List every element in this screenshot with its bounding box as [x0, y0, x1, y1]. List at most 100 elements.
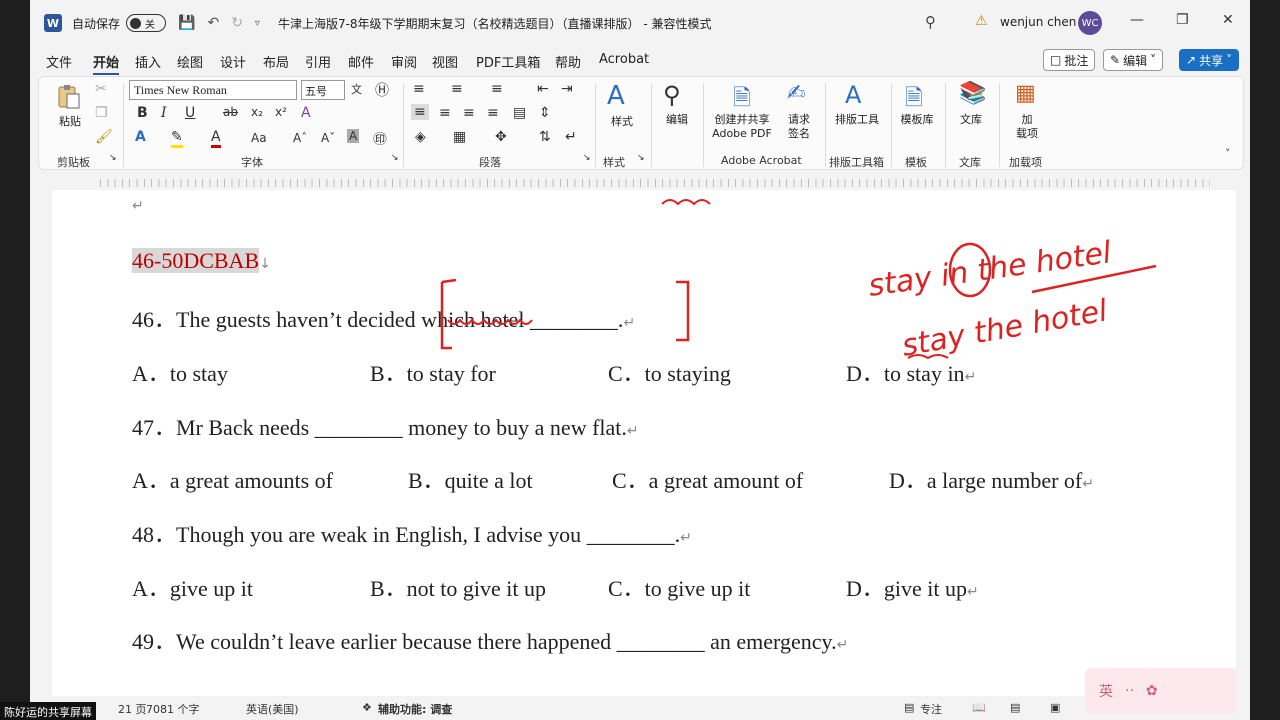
language[interactable]: 英语(美国): [246, 701, 299, 717]
accessibility-status[interactable]: 辅助功能: 调查: [378, 701, 452, 717]
strikethrough-icon[interactable]: ab: [223, 105, 238, 119]
bullets-icon[interactable]: ≡: [413, 81, 425, 97]
editing-button[interactable]: 编辑: [657, 113, 697, 127]
styles-button[interactable]: 样式: [599, 115, 645, 129]
subscript-icon[interactable]: x₂: [251, 105, 263, 119]
grow-font-icon[interactable]: Aˆ: [293, 131, 307, 145]
underline-icon[interactable]: U: [185, 105, 195, 121]
tab-design[interactable]: 设计: [220, 52, 246, 71]
copy-icon[interactable]: ❐: [95, 105, 108, 121]
option-46-a[interactable]: A．to stay: [132, 356, 228, 388]
tab-view[interactable]: 视图: [432, 52, 458, 71]
option-48-a[interactable]: A．give up it: [132, 571, 253, 603]
align-left-icon[interactable]: ≡: [411, 104, 429, 120]
save-icon[interactable]: 💾: [178, 15, 195, 31]
customize-toolbar-icon[interactable]: ▿: [255, 18, 260, 29]
shrink-font-icon[interactable]: Aˇ: [321, 131, 335, 145]
tab-mailings[interactable]: 邮件: [348, 52, 374, 71]
collapse-ribbon-icon[interactable]: ˅: [1225, 147, 1231, 160]
option-46-b[interactable]: B．to stay for: [370, 356, 496, 388]
numbering-icon[interactable]: ≡: [451, 81, 463, 97]
option-48-b[interactable]: B．not to give it up: [370, 571, 546, 603]
paste-icon[interactable]: [55, 83, 83, 111]
tab-help[interactable]: 帮助: [555, 52, 581, 71]
dialog-launcher-icon[interactable]: ↘: [109, 153, 117, 163]
superscript-icon[interactable]: x²: [275, 105, 287, 119]
enclose-characters-icon[interactable]: ㊞: [373, 129, 387, 149]
option-48-d[interactable]: D．give it up↵: [846, 571, 979, 603]
focus-mode-button[interactable]: 专注: [920, 701, 942, 717]
dialog-launcher-icon[interactable]: ↘: [637, 153, 645, 163]
highlight-icon[interactable]: ✎: [171, 129, 183, 148]
print-layout-icon[interactable]: ▤: [1010, 701, 1020, 714]
align-right-icon[interactable]: ≡: [463, 105, 475, 121]
option-47-d[interactable]: D．a large number of↵: [889, 463, 1094, 495]
font-color-icon[interactable]: A: [211, 129, 221, 148]
align-center-icon[interactable]: ≡: [439, 105, 451, 121]
ime-skin-icon[interactable]: ✿: [1146, 683, 1158, 699]
share-button[interactable]: ↗ 共享 ˅: [1179, 49, 1240, 71]
styles-icon[interactable]: A: [607, 81, 625, 111]
ime-toolbar[interactable]: 英 ⋅⋅ ✿: [1085, 668, 1237, 714]
increase-indent-icon[interactable]: ⇥: [561, 81, 573, 97]
justify-icon[interactable]: ≡: [487, 105, 499, 121]
character-shading-icon[interactable]: A: [347, 129, 360, 143]
question-46[interactable]: 46．The guests haven’t decided which hote…: [132, 302, 635, 334]
create-share-pdf-button[interactable]: 创建并共享 Adobe PDF: [707, 113, 777, 141]
avatar[interactable]: WC: [1078, 11, 1102, 35]
comments-button[interactable]: □ 批注: [1043, 49, 1096, 71]
restore-icon[interactable]: ❐: [1176, 12, 1189, 28]
pinyin-guide-icon[interactable]: 文: [351, 81, 362, 97]
web-layout-icon[interactable]: ▣: [1050, 701, 1060, 714]
editing-mode-button[interactable]: ✎ 编辑 ˅: [1103, 49, 1164, 71]
ime-language[interactable]: 英: [1099, 681, 1113, 701]
character-border-icon[interactable]: Ⓗ: [375, 80, 389, 100]
document-page[interactable]: ↵ 46-50DCBAB↓ 46．The guests haven’t deci…: [52, 190, 1236, 696]
answer-key-line[interactable]: 46-50DCBAB↓: [132, 248, 271, 274]
option-46-d[interactable]: D．to stay in↵: [846, 356, 976, 388]
format-painter-icon[interactable]: 🖌: [95, 129, 113, 145]
italic-icon[interactable]: I: [161, 105, 167, 121]
question-49[interactable]: 49．We couldn’t leave earlier because the…: [132, 624, 848, 656]
signature-icon[interactable]: ✍: [787, 81, 805, 106]
font-size-select[interactable]: 五号: [301, 80, 345, 100]
tab-draw[interactable]: 绘图: [177, 52, 203, 71]
request-signature-button[interactable]: 请求 签名: [779, 113, 819, 141]
accessibility-icon[interactable]: ❖: [362, 701, 372, 714]
tab-insert[interactable]: 插入: [135, 52, 161, 71]
borders-icon[interactable]: ▦: [453, 129, 466, 145]
user-name[interactable]: wenjun chen: [1000, 15, 1076, 29]
tab-acrobat[interactable]: Acrobat: [599, 52, 649, 67]
option-46-c[interactable]: C．to staying: [608, 356, 731, 388]
undo-icon[interactable]: ↶: [207, 15, 219, 31]
template-library-button[interactable]: 模板库: [895, 113, 939, 127]
cut-icon[interactable]: ✂: [95, 81, 107, 97]
focus-icon[interactable]: ▤: [904, 701, 914, 714]
tab-home[interactable]: 开始: [93, 52, 120, 75]
line-spacing-icon[interactable]: ⇕: [539, 105, 551, 121]
addins-icon[interactable]: ▦: [1015, 81, 1036, 106]
horizontal-ruler[interactable]: [30, 175, 1250, 189]
multilevel-list-icon[interactable]: ≡: [491, 81, 503, 97]
paste-label[interactable]: 粘贴: [53, 115, 87, 129]
dialog-launcher-icon[interactable]: ↘: [583, 153, 591, 163]
decrease-indent-icon[interactable]: ⇤: [537, 81, 549, 97]
option-48-c[interactable]: C．to give up it: [608, 571, 750, 603]
option-47-b[interactable]: B．quite a lot: [408, 463, 533, 495]
tab-references[interactable]: 引用: [305, 52, 331, 71]
text-effects-icon[interactable]: A: [135, 129, 146, 145]
tab-review[interactable]: 审阅: [391, 52, 417, 71]
find-icon[interactable]: ⚲: [663, 81, 681, 109]
dialog-launcher-icon[interactable]: ↘: [391, 153, 399, 163]
show-marks-icon[interactable]: ↵: [565, 129, 577, 145]
page-count[interactable]: 21 页: [118, 701, 147, 717]
clear-formatting-icon[interactable]: A: [301, 105, 311, 121]
library-icon[interactable]: 📚: [959, 81, 986, 106]
library-button[interactable]: 文库: [951, 113, 991, 127]
tab-pdf-toolbox[interactable]: PDF工具箱: [476, 52, 540, 71]
redo-icon[interactable]: ↻: [231, 15, 243, 31]
layout-tool-icon[interactable]: A: [845, 81, 861, 109]
ime-punctuation-icon[interactable]: ⋅⋅: [1125, 683, 1134, 699]
change-case-icon[interactable]: Aa: [251, 131, 267, 145]
word-count[interactable]: 7081 个字: [146, 701, 200, 717]
